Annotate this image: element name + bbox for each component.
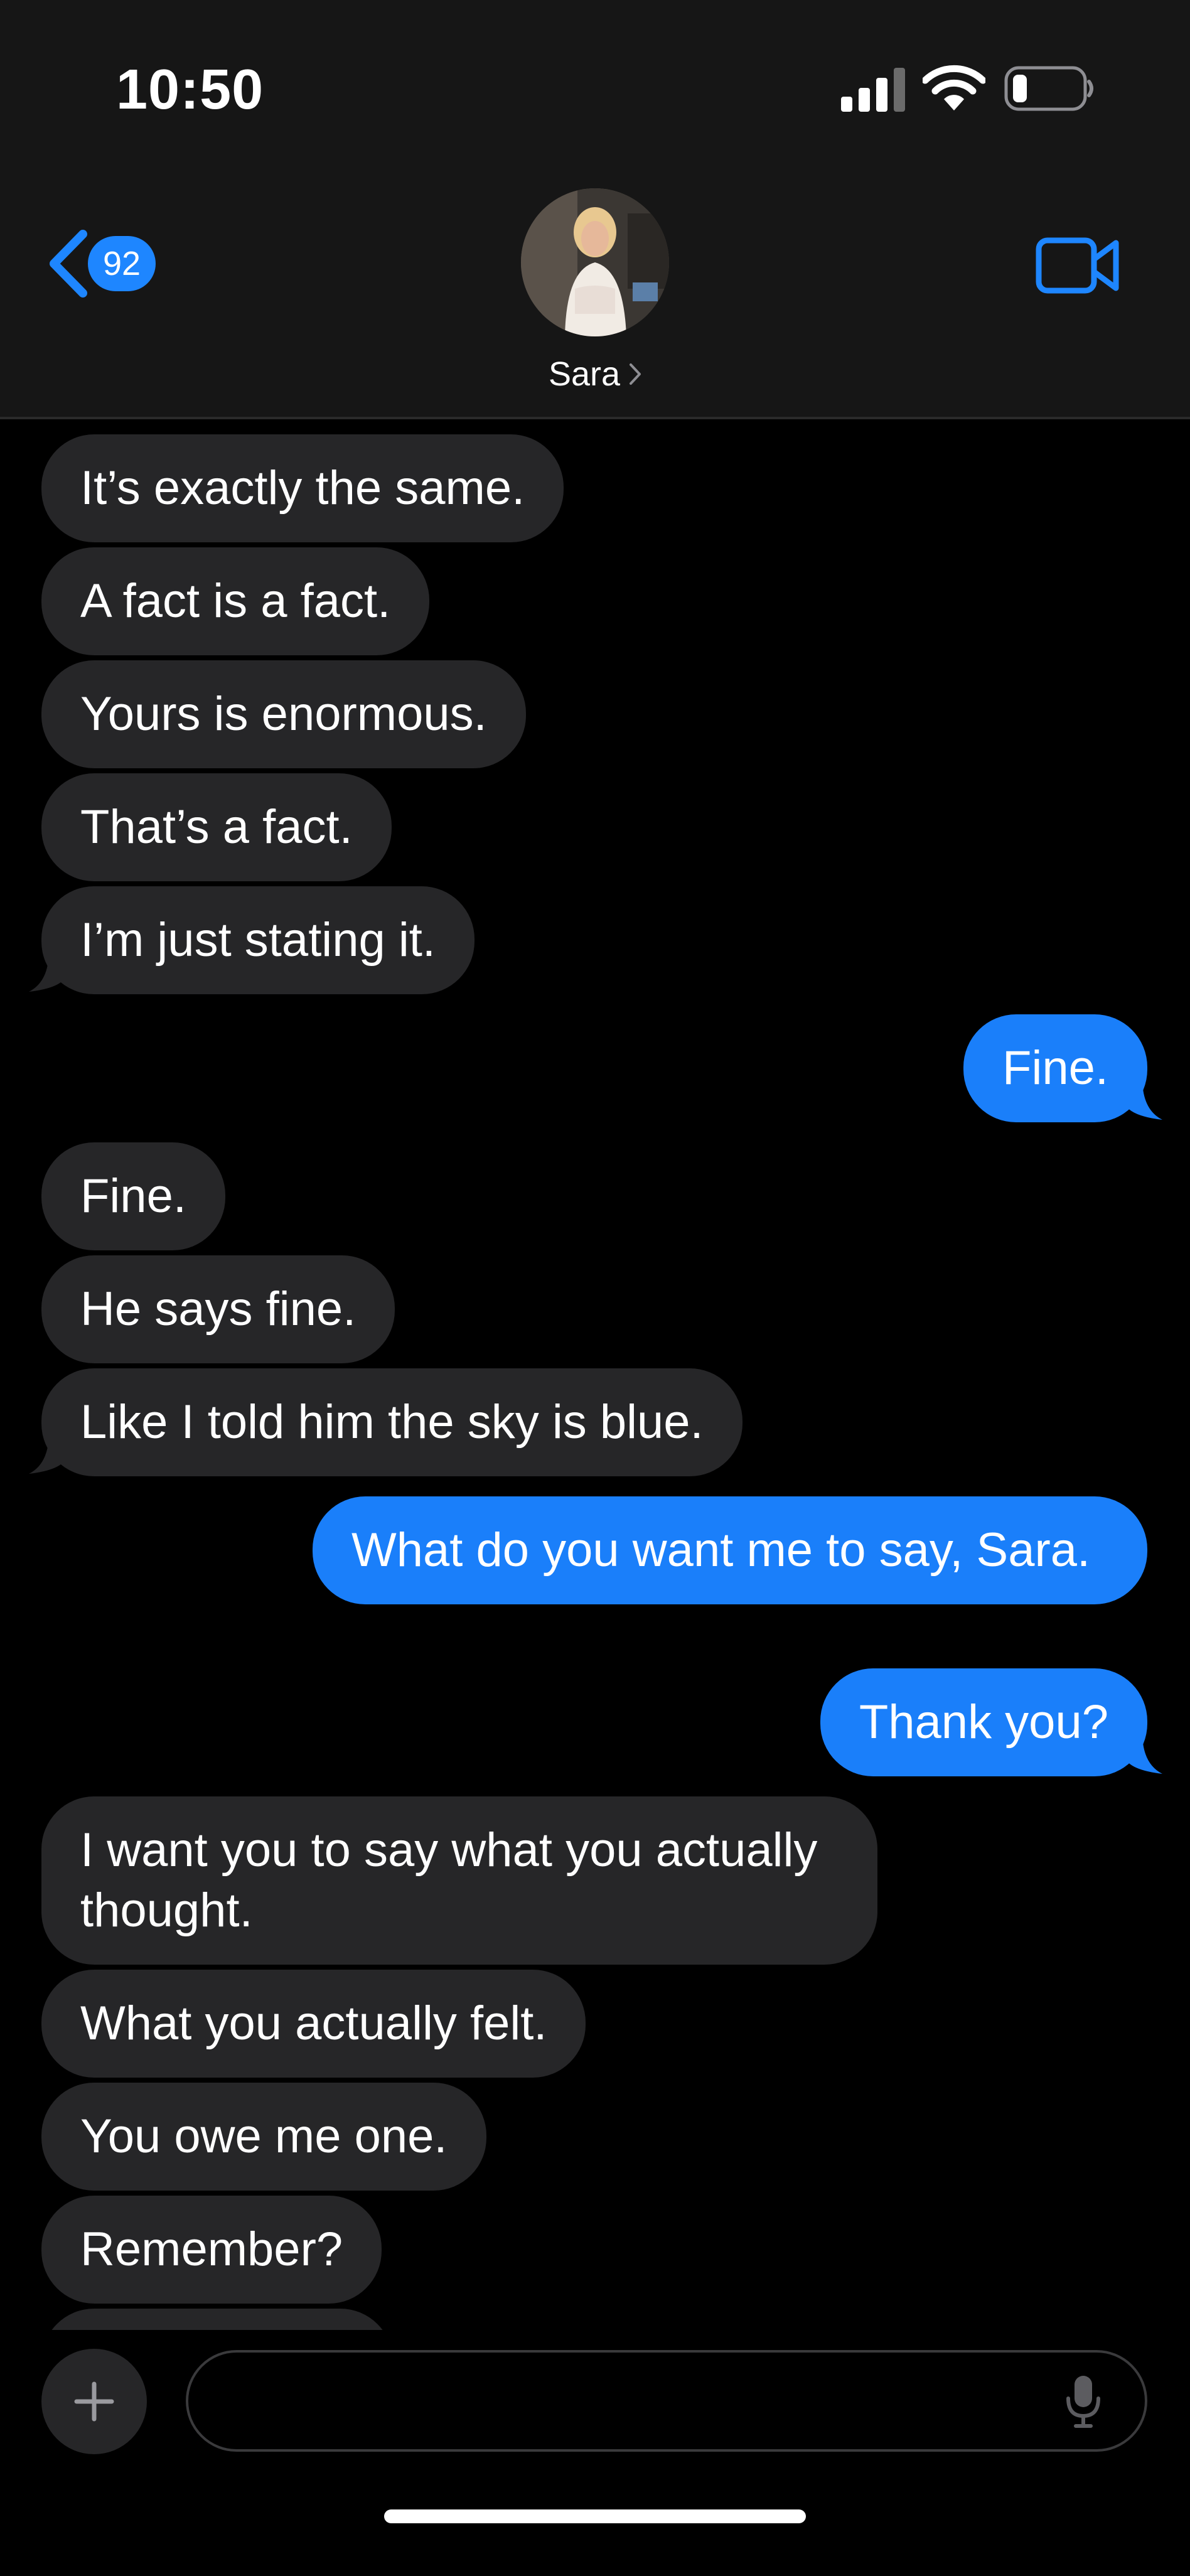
message-bubble-incoming[interactable]: I want you to say what you actually thou… <box>41 1796 877 1965</box>
messages-screen: 10:50 92 Sara It’s exactly the same. A f… <box>0 0 1190 2576</box>
message-bubble-incoming[interactable]: A fact is a fact. <box>41 547 430 655</box>
contact-avatar[interactable] <box>521 188 669 336</box>
plus-icon <box>74 2381 114 2422</box>
chevron-left-icon <box>50 230 87 298</box>
message-bubble-incoming[interactable]: I’m just stating it. <box>41 886 474 994</box>
message-list[interactable]: It’s exactly the same. A fact is a fact.… <box>0 422 1190 2330</box>
message-bubble-incoming[interactable]: Remember? <box>41 2196 382 2304</box>
contact-name-row[interactable]: Sara <box>0 355 1190 394</box>
bubble-tail-outgoing <box>1125 1078 1162 1120</box>
status-time: 10:50 <box>116 58 264 121</box>
cellular-signal-icon <box>841 68 905 112</box>
message-input[interactable] <box>186 2350 1147 2452</box>
avatar-photo <box>521 188 669 336</box>
message-bubble-incoming[interactable]: Yours is enormous. <box>41 660 526 768</box>
wifi-icon <box>923 65 985 110</box>
message-bubble-outgoing[interactable]: Fine. <box>963 1014 1147 1122</box>
bubble-tail-incoming <box>29 950 67 992</box>
message-bubble-incoming[interactable]: You owe me one. <box>41 2083 486 2191</box>
bubble-tail-incoming <box>29 1432 67 1474</box>
message-bubble-outgoing[interactable]: Thank you? <box>820 1668 1147 1776</box>
message-bubble-incoming-partial[interactable] <box>41 2309 393 2330</box>
unread-count-badge: 92 <box>88 236 156 291</box>
bubble-tail-outgoing <box>1125 1732 1162 1774</box>
message-composer <box>0 2330 1190 2576</box>
message-bubble-incoming[interactable]: Like I told him the sky is blue. <box>41 1368 742 1476</box>
home-indicator[interactable] <box>384 2509 806 2523</box>
battery-icon <box>1004 66 1093 111</box>
add-attachment-button[interactable] <box>41 2349 147 2454</box>
chevron-right-icon <box>630 363 641 385</box>
back-button[interactable]: 92 <box>44 226 176 301</box>
message-bubble-outgoing[interactable]: What do you want me to say, Sara. <box>313 1496 1147 1604</box>
contact-name: Sara <box>548 355 621 393</box>
message-bubble-incoming[interactable]: He says fine. <box>41 1255 395 1363</box>
message-bubble-incoming[interactable]: It’s exactly the same. <box>41 434 564 542</box>
video-camera-icon[interactable] <box>1036 235 1120 295</box>
message-bubble-incoming[interactable]: What you actually felt. <box>41 1970 586 2078</box>
message-bubble-incoming[interactable]: That’s a fact. <box>41 773 392 881</box>
conversation-header: 10:50 92 Sara <box>0 0 1190 419</box>
microphone-icon[interactable] <box>1066 2375 1101 2428</box>
message-bubble-incoming[interactable]: Fine. <box>41 1142 225 1250</box>
